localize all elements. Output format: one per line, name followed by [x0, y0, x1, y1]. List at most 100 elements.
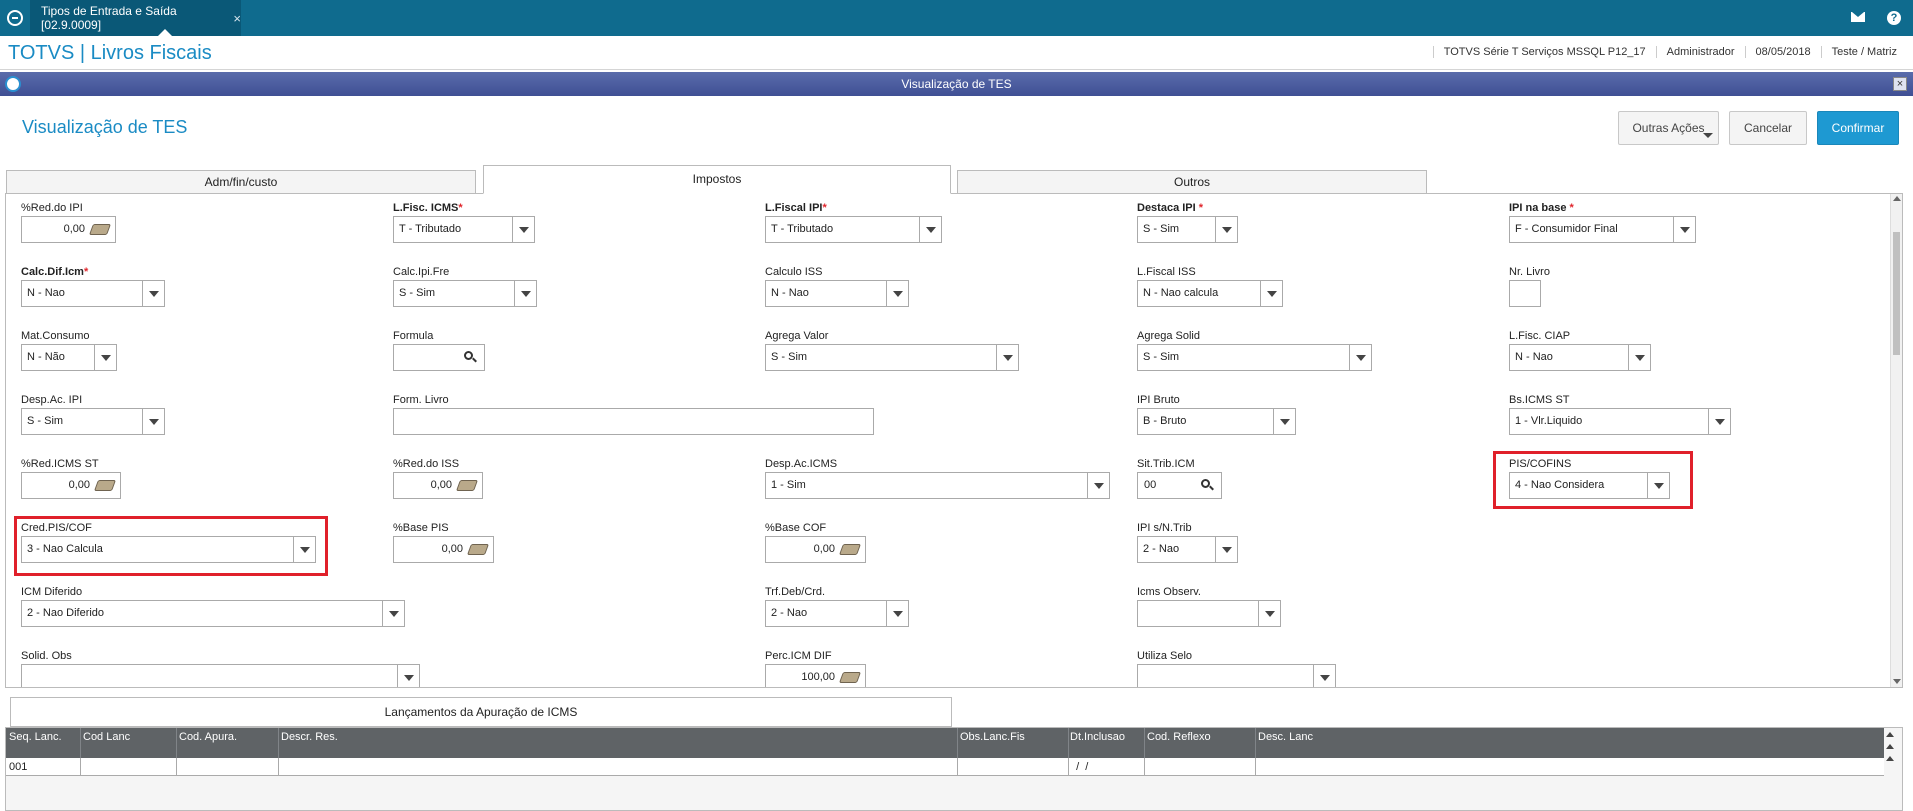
- sit-trib-icm-input[interactable]: 00: [1137, 472, 1222, 499]
- company-branch[interactable]: Teste / Matriz: [1820, 46, 1907, 58]
- grid-tab-lancamentos[interactable]: Lançamentos da Apuração de ICMS: [10, 697, 952, 727]
- calculator-icon[interactable]: [88, 224, 112, 235]
- desp-ac-icms-select[interactable]: 1 - Sim: [765, 472, 1110, 499]
- dropdown-arrow-icon[interactable]: [142, 409, 164, 434]
- base-pis-field[interactable]: 0,00: [393, 536, 494, 563]
- grid-col-cod-lanc[interactable]: Cod Lanc: [83, 731, 130, 743]
- scroll-up-icon[interactable]: [1884, 754, 1896, 763]
- dropdown-arrow-icon[interactable]: [886, 601, 908, 626]
- scroll-up-icon[interactable]: [1893, 196, 1901, 201]
- dropdown-arrow-icon[interactable]: [1258, 601, 1280, 626]
- agrega-solid-select[interactable]: S - Sim: [1137, 344, 1372, 371]
- grid-col-cod-reflexo[interactable]: Cod. Reflexo: [1147, 731, 1211, 743]
- dropdown-arrow-icon[interactable]: [512, 217, 534, 242]
- dropdown-arrow-icon[interactable]: [94, 345, 116, 370]
- dropdown-arrow-icon[interactable]: [142, 281, 164, 306]
- mail-icon[interactable]: [1851, 12, 1865, 22]
- lfisc-icms-label: L.Fisc. ICMS*: [393, 202, 463, 214]
- search-icon[interactable]: [464, 351, 477, 363]
- first-record-icon[interactable]: [1884, 730, 1896, 739]
- solid-obs-select[interactable]: [21, 664, 420, 687]
- grid-col-cod-apura[interactable]: Cod. Apura.: [179, 731, 237, 743]
- grid-col-descr-res[interactable]: Descr. Res.: [281, 731, 338, 743]
- desp-ac-ipi-value: S - Sim: [27, 415, 64, 427]
- cancel-button[interactable]: Cancelar: [1729, 111, 1807, 145]
- form-livro-input[interactable]: [393, 408, 874, 435]
- form-scrollbar[interactable]: [1890, 194, 1902, 687]
- red-ipi-field[interactable]: 0,00: [21, 216, 116, 243]
- dropdown-arrow-icon[interactable]: [1673, 217, 1695, 242]
- dropdown-arrow-icon[interactable]: [1087, 473, 1109, 498]
- totvs-logo-icon[interactable]: [0, 0, 30, 36]
- dropdown-arrow-icon[interactable]: [1349, 345, 1371, 370]
- dialog-close-button[interactable]: ×: [1893, 77, 1907, 91]
- confirm-button[interactable]: Confirmar: [1817, 111, 1899, 145]
- tab-impostos[interactable]: Impostos: [483, 165, 951, 194]
- lfisc-ciap-select[interactable]: N - Nao: [1509, 344, 1651, 371]
- dropdown-arrow-icon[interactable]: [1273, 409, 1295, 434]
- perc-icm-dif-field[interactable]: 100,00: [765, 664, 866, 687]
- dropdown-arrow-icon[interactable]: [1313, 665, 1335, 687]
- dropdown-arrow-icon[interactable]: [1260, 281, 1282, 306]
- icm-diferido-select[interactable]: 2 - Nao Diferido: [21, 600, 405, 627]
- calculator-icon[interactable]: [838, 544, 862, 555]
- lfiscal-iss-select[interactable]: N - Nao calcula: [1137, 280, 1283, 307]
- dropdown-arrow-icon[interactable]: [1215, 537, 1237, 562]
- app-tab[interactable]: Tipos de Entrada e Saída [02.9.0009] ×: [30, 0, 241, 36]
- close-tab-icon[interactable]: ×: [233, 11, 241, 26]
- bs-icms-st-select[interactable]: 1 - Vlr.Liquido: [1509, 408, 1731, 435]
- ipi-bruto-select[interactable]: B - Bruto: [1137, 408, 1296, 435]
- dropdown-arrow-icon[interactable]: [514, 281, 536, 306]
- lfisc-icms-value: T - Tributado: [399, 223, 462, 235]
- base-cof-field[interactable]: 0,00: [765, 536, 866, 563]
- icms-observ-select[interactable]: [1137, 600, 1281, 627]
- tab-outros[interactable]: Outros: [957, 170, 1427, 194]
- dropdown-arrow-icon[interactable]: [919, 217, 941, 242]
- lfisc-icms-select[interactable]: T - Tributado: [393, 216, 535, 243]
- ipi-base-label: IPI na base *: [1509, 202, 1574, 214]
- red-icms-st-field[interactable]: 0,00: [21, 472, 121, 499]
- grid-col-desc-lanc[interactable]: Desc. Lanc: [1258, 731, 1313, 743]
- agrega-valor-select[interactable]: S - Sim: [765, 344, 1019, 371]
- scroll-down-icon[interactable]: [1893, 679, 1901, 684]
- calculator-icon[interactable]: [838, 672, 862, 683]
- dropdown-arrow-icon[interactable]: [996, 345, 1018, 370]
- top-bar: Tipos de Entrada e Saída [02.9.0009] × ?: [0, 0, 1913, 36]
- other-actions-button[interactable]: Outras Ações: [1618, 111, 1719, 145]
- grid-col-seq-lanc[interactable]: Seq. Lanc.: [9, 731, 62, 743]
- search-icon[interactable]: [1201, 479, 1214, 491]
- dropdown-arrow-icon[interactable]: [1708, 409, 1730, 434]
- calculator-icon[interactable]: [93, 480, 117, 491]
- destaca-ipi-select[interactable]: S - Sim: [1137, 216, 1238, 243]
- calculator-icon[interactable]: [466, 544, 490, 555]
- ipi-base-select[interactable]: F - Consumidor Final: [1509, 216, 1696, 243]
- perc-icm-dif-label: Perc.ICM DIF: [765, 650, 832, 662]
- previous-record-icon[interactable]: [1884, 742, 1896, 751]
- grid-col-dt-inclusao[interactable]: Dt.Inclusao: [1070, 731, 1125, 743]
- dropdown-arrow-icon[interactable]: [382, 601, 404, 626]
- dropdown-arrow-icon[interactable]: [397, 665, 419, 687]
- dropdown-arrow-icon[interactable]: [886, 281, 908, 306]
- dropdown-arrow-icon[interactable]: [1628, 345, 1650, 370]
- desp-ac-ipi-select[interactable]: S - Sim: [21, 408, 165, 435]
- ipi-sn-trib-select[interactable]: 2 - Nao: [1137, 536, 1238, 563]
- chevron-down-icon: [1703, 133, 1713, 138]
- tab-adm-fin-custo[interactable]: Adm/fin/custo: [6, 170, 476, 194]
- calc-dif-icm-select[interactable]: N - Nao: [21, 280, 165, 307]
- calculo-iss-select[interactable]: N - Nao: [765, 280, 909, 307]
- red-iss-field[interactable]: 0,00: [393, 472, 483, 499]
- grid-col-obs-lanc-fis[interactable]: Obs.Lanc.Fis: [960, 731, 1025, 743]
- lfiscal-ipi-select[interactable]: T - Tributado: [765, 216, 942, 243]
- utiliza-selo-select[interactable]: [1137, 664, 1336, 687]
- scroll-thumb[interactable]: [1893, 232, 1900, 355]
- mat-consumo-select[interactable]: N - Não: [21, 344, 117, 371]
- dropdown-arrow-icon[interactable]: [1215, 217, 1237, 242]
- brand-title: TOTVS | Livros Fiscais: [8, 42, 212, 64]
- table-row[interactable]: 001 / /: [6, 758, 1884, 776]
- trf-deb-crd-select[interactable]: 2 - Nao: [765, 600, 909, 627]
- formula-input[interactable]: [393, 344, 485, 371]
- calculator-icon[interactable]: [455, 480, 479, 491]
- help-icon[interactable]: ?: [1887, 11, 1901, 25]
- calc-ipi-fre-select[interactable]: S - Sim: [393, 280, 537, 307]
- nr-livro-input[interactable]: [1509, 280, 1541, 307]
